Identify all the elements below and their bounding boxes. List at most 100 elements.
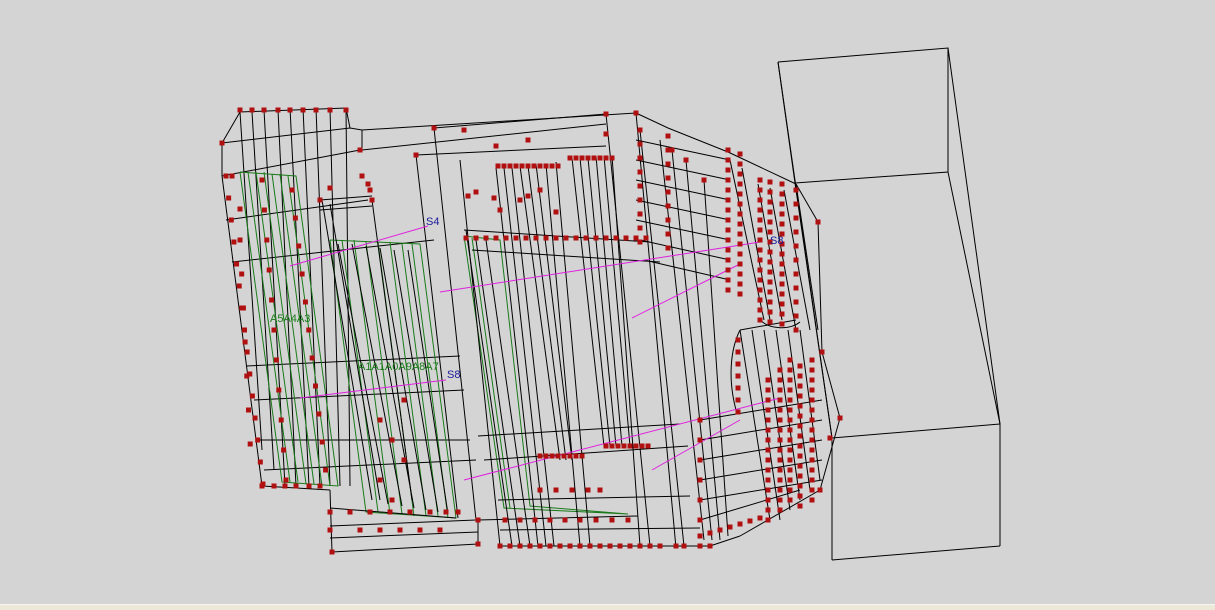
node-marker[interactable] [597, 155, 603, 161]
node-marker[interactable] [261, 107, 267, 113]
node-marker[interactable] [779, 191, 785, 197]
node-marker[interactable] [495, 163, 501, 169]
node-marker[interactable] [757, 197, 763, 203]
node-marker[interactable] [465, 193, 471, 199]
node-marker[interactable] [585, 155, 591, 161]
node-marker[interactable] [815, 219, 821, 225]
node-marker[interactable] [737, 211, 743, 217]
node-marker[interactable] [787, 357, 793, 363]
node-marker[interactable] [809, 387, 815, 393]
node-marker[interactable] [293, 483, 299, 489]
node-marker[interactable] [647, 543, 653, 549]
node-marker[interactable] [317, 197, 323, 203]
node-marker[interactable] [765, 417, 771, 423]
node-marker[interactable] [757, 297, 763, 303]
node-marker[interactable] [725, 147, 731, 153]
node-marker[interactable] [737, 291, 743, 297]
node-marker[interactable] [261, 207, 267, 213]
node-marker[interactable] [765, 487, 771, 493]
node-marker[interactable] [767, 179, 773, 185]
node-marker[interactable] [537, 487, 543, 493]
node-marker[interactable] [273, 357, 279, 363]
node-marker[interactable] [475, 517, 481, 523]
node-marker[interactable] [377, 477, 383, 483]
node-marker[interactable] [282, 483, 288, 489]
node-marker[interactable] [665, 245, 671, 251]
node-marker[interactable] [579, 155, 585, 161]
node-marker[interactable] [237, 237, 243, 243]
node-marker[interactable] [809, 467, 815, 473]
node-marker[interactable] [665, 189, 671, 195]
node-marker[interactable] [603, 131, 609, 137]
node-marker[interactable] [779, 321, 785, 327]
node-marker[interactable] [417, 527, 423, 533]
node-marker[interactable] [777, 507, 783, 513]
node-marker[interactable] [313, 107, 319, 113]
node-marker[interactable] [427, 509, 433, 515]
node-marker[interactable] [697, 517, 703, 523]
node-marker[interactable] [637, 183, 643, 189]
node-marker[interactable] [537, 187, 543, 193]
node-marker[interactable] [765, 467, 771, 473]
node-marker[interactable] [787, 407, 793, 413]
node-marker[interactable] [561, 453, 567, 459]
node-marker[interactable] [819, 349, 825, 355]
node-marker[interactable] [725, 237, 731, 243]
node-marker[interactable] [797, 453, 803, 459]
node-marker[interactable] [787, 367, 793, 373]
cad-viewport[interactable]: S4 S8 A5A4A3 A1A1A0A9A8A7 S8 [0, 0, 1215, 604]
node-marker[interactable] [809, 357, 815, 363]
node-marker[interactable] [793, 257, 799, 263]
node-marker[interactable] [797, 393, 803, 399]
node-marker[interactable] [367, 509, 373, 515]
node-marker[interactable] [357, 527, 363, 533]
node-marker[interactable] [547, 543, 553, 549]
label-group-b[interactable]: A1A1A0A9A8A7 [358, 361, 439, 373]
node-marker[interactable] [809, 377, 815, 383]
node-marker[interactable] [735, 337, 741, 343]
node-marker[interactable] [665, 161, 671, 167]
node-marker[interactable] [637, 127, 643, 133]
node-marker[interactable] [767, 259, 773, 265]
node-marker[interactable] [537, 163, 543, 169]
node-marker[interactable] [735, 385, 741, 391]
node-marker[interactable] [737, 281, 743, 287]
node-marker[interactable] [543, 163, 549, 169]
node-marker[interactable] [725, 227, 731, 233]
node-marker[interactable] [553, 209, 559, 215]
node-marker[interactable] [767, 299, 773, 305]
node-marker[interactable] [765, 387, 771, 393]
node-marker[interactable] [697, 497, 703, 503]
node-marker[interactable] [237, 107, 243, 113]
node-marker[interactable] [765, 447, 771, 453]
node-marker[interactable] [523, 235, 529, 241]
node-marker[interactable] [323, 467, 329, 473]
node-marker[interactable] [765, 397, 771, 403]
node-marker[interactable] [737, 271, 743, 277]
node-marker[interactable] [281, 447, 287, 453]
node-marker[interactable] [547, 517, 553, 523]
node-marker[interactable] [234, 261, 240, 267]
node-marker[interactable] [797, 433, 803, 439]
node-marker[interactable] [767, 209, 773, 215]
node-marker[interactable] [777, 367, 783, 373]
node-marker[interactable] [257, 459, 263, 465]
node-marker[interactable] [327, 107, 333, 113]
node-marker[interactable] [827, 435, 833, 441]
node-marker[interactable] [497, 207, 503, 213]
node-marker[interactable] [767, 309, 773, 315]
node-marker[interactable] [637, 543, 643, 549]
node-marker[interactable] [793, 285, 799, 291]
node-marker[interactable] [725, 177, 731, 183]
node-marker[interactable] [787, 477, 793, 483]
node-marker[interactable] [229, 173, 235, 179]
node-marker[interactable] [637, 169, 643, 175]
node-marker[interactable] [587, 543, 593, 549]
node-marker[interactable] [797, 403, 803, 409]
node-marker[interactable] [278, 417, 284, 423]
node-marker[interactable] [707, 543, 713, 549]
node-marker[interactable] [657, 543, 663, 549]
node-marker[interactable] [283, 477, 289, 483]
node-marker[interactable] [697, 457, 703, 463]
node-marker[interactable] [252, 415, 258, 421]
